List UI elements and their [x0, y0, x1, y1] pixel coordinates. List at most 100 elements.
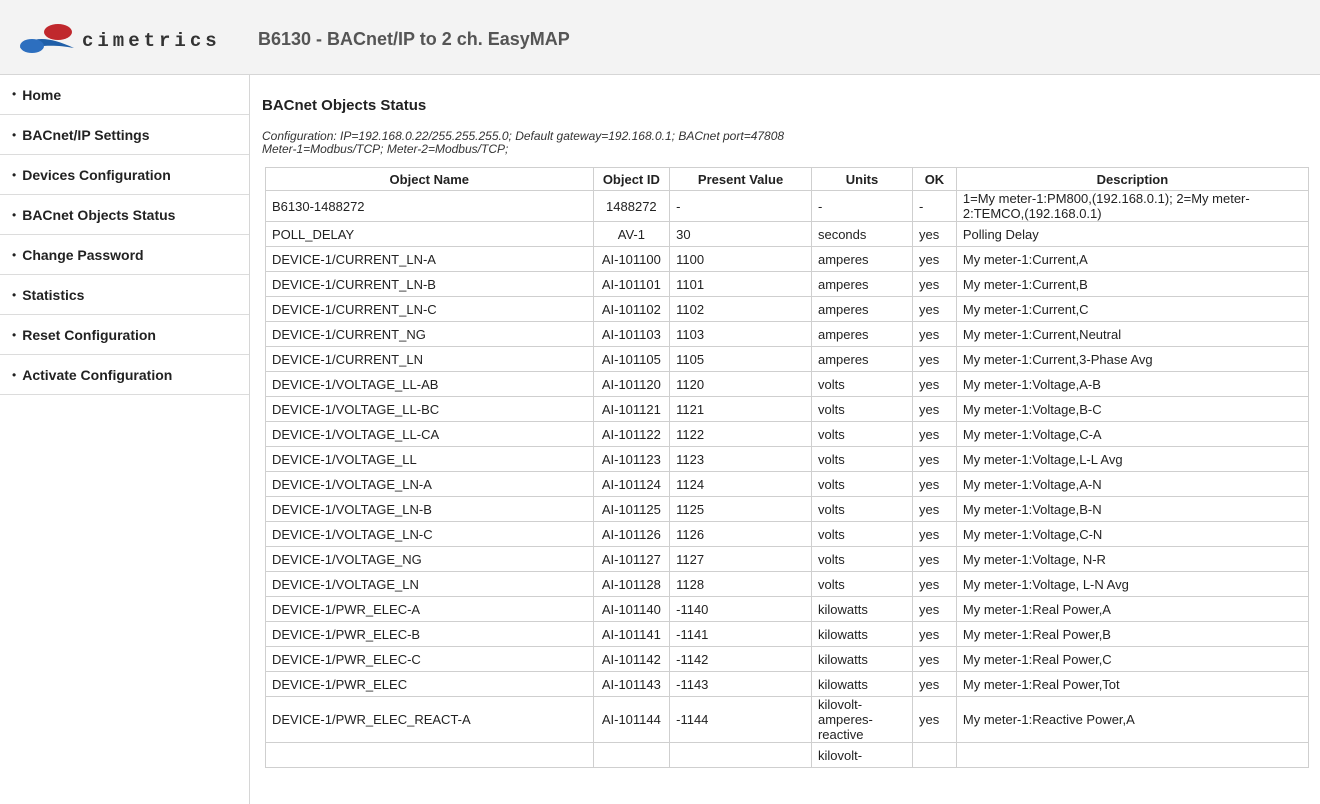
cell-object-name: DEVICE-1/PWR_ELEC-A — [265, 596, 594, 622]
cell-ok: yes — [912, 346, 957, 372]
sidebar-item-activate-configuration[interactable]: • Activate Configuration — [0, 355, 249, 395]
bullet-icon: • — [12, 127, 17, 142]
cell-object-name: DEVICE-1/VOLTAGE_LN-C — [265, 521, 594, 547]
table-row: DEVICE-1/PWR_ELEC-C AI-101142 -1142 kilowat… — [265, 646, 1310, 672]
cell-units: kilowatts — [810, 621, 914, 647]
table-row: DEVICE-1/VOLTAGE_LL AI-101123 1123 volts yes… — [265, 446, 1310, 472]
cell-object-id: AI-101120 — [592, 371, 671, 397]
table-row: DEVICE-1/PWR_ELEC_REACT-A AI-101144 -1144 k… — [265, 696, 1310, 743]
cell-object-id: AI-101124 — [592, 471, 671, 497]
column-header-present-value: Present Value — [669, 167, 812, 191]
cell-object-name: DEVICE-1/VOLTAGE_LL-AB — [265, 371, 594, 397]
bullet-icon: • — [12, 247, 17, 262]
table-row: DEVICE-1/CURRENT_LN-B AI-101101 1101 ampere… — [265, 271, 1310, 297]
cell-present-value: 1127 — [669, 546, 812, 572]
cell-ok: yes — [912, 471, 957, 497]
cell-object-id: AI-101143 — [592, 671, 671, 697]
cell-units: kilowatts — [810, 671, 914, 697]
cell-object-name: DEVICE-1/VOLTAGE_LL — [265, 446, 594, 472]
cell-object-id: AV-1 — [592, 221, 671, 247]
cell-description: My meter-1:Voltage,C-A — [955, 421, 1310, 447]
cell-object-name: DEVICE-1/CURRENT_LN-C — [265, 296, 594, 322]
cell-units: kilovolt-amperes-reactive — [810, 696, 914, 743]
cell-object-name: DEVICE-1/PWR_ELEC — [265, 671, 594, 697]
cell-units: - — [810, 190, 914, 222]
sidebar-item-reset-configuration[interactable]: • Reset Configuration — [0, 315, 249, 355]
cell-ok: yes — [912, 221, 957, 247]
sidebar-item-devices-configuration[interactable]: • Devices Configuration — [0, 155, 249, 195]
table-header-row: Object Name Object ID Present Value Units OK… — [265, 167, 1310, 191]
cell-description: 1=My meter-1:PM800,(192.168.0.1); 2=My m… — [955, 190, 1310, 222]
table-row: DEVICE-1/VOLTAGE_LN-B AI-101125 1125 volts y… — [265, 496, 1310, 522]
cell-ok: yes — [912, 271, 957, 297]
cell-description: My meter-1:Real Power,C — [955, 646, 1310, 672]
cell-present-value: 1100 — [669, 246, 812, 272]
page-header-title: B6130 - BACnet/IP to 2 ch. EasyMAP — [258, 29, 570, 49]
cell-ok: yes — [912, 421, 957, 447]
cell-description: My meter-1:Current,3-Phase Avg — [955, 346, 1310, 372]
sidebar-item-label: BACnet Objects Status — [22, 206, 176, 223]
cell-ok: yes — [912, 671, 957, 697]
cell-description: My meter-1:Voltage,B-N — [955, 496, 1310, 522]
cell-present-value: - — [669, 190, 812, 222]
table-row: DEVICE-1/VOLTAGE_NG AI-101127 1127 volts yes… — [265, 546, 1310, 572]
cell-object-id: AI-101100 — [592, 246, 671, 272]
cell-units: volts — [810, 396, 914, 422]
cell-present-value: -1144 — [669, 696, 812, 743]
cell-description: My meter-1:Current,C — [955, 296, 1310, 322]
cell-description: My meter-1:Current,A — [955, 246, 1310, 272]
cell-ok: yes — [912, 546, 957, 572]
cell-ok: yes — [912, 571, 957, 597]
cell-object-name: DEVICE-1/PWR_ELEC_REACT-A — [265, 696, 594, 743]
table-row: DEVICE-1/CURRENT_LN-A AI-101100 1100 ampere… — [265, 246, 1310, 272]
cell-description: My meter-1:Real Power,B — [955, 621, 1310, 647]
sidebar-item-home[interactable]: • Home — [0, 75, 249, 115]
cell-ok: yes — [912, 396, 957, 422]
cell-description: My meter-1:Current,Neutral — [955, 321, 1310, 347]
sidebar-item-label: Reset Configuration — [22, 326, 156, 343]
bullet-icon: • — [12, 367, 17, 382]
cell-description: My meter-1:Voltage,A-B — [955, 371, 1310, 397]
table-row: DEVICE-1/VOLTAGE_LN AI-101128 1128 volts yes… — [265, 571, 1310, 597]
cell-object-name: DEVICE-1/VOLTAGE_NG — [265, 546, 594, 572]
cell-ok: - — [912, 190, 957, 222]
configuration-info: Configuration: IP=192.168.0.22/255.255.2… — [262, 130, 784, 156]
cell-object-name: DEVICE-1/PWR_ELEC-C — [265, 646, 594, 672]
logo-text: cimetrics — [82, 30, 221, 52]
sidebar-item-change-password[interactable]: • Change Password — [0, 235, 249, 275]
cell-units: amperes — [810, 246, 914, 272]
cell-object-name: DEVICE-1/PWR_ELEC-B — [265, 621, 594, 647]
cell-description: My meter-1:Voltage,B-C — [955, 396, 1310, 422]
cell-description: My meter-1:Reactive Power,A — [955, 696, 1310, 743]
cell-ok: yes — [912, 371, 957, 397]
cell-object-name: DEVICE-1/VOLTAGE_LL-BC — [265, 396, 594, 422]
cell-ok: yes — [912, 496, 957, 522]
table-row: DEVICE-1/CURRENT_LN-C AI-101102 1102 ampere… — [265, 296, 1310, 322]
cell-present-value: 1126 — [669, 521, 812, 547]
cell-object-id: AI-101122 — [592, 421, 671, 447]
sidebar-item-label: BACnet/IP Settings — [22, 126, 150, 143]
cell-present-value: 1102 — [669, 296, 812, 322]
cell-object-id: AI-101101 — [592, 271, 671, 297]
table-row: DEVICE-1/CURRENT_NG AI-101103 1103 amperes y… — [265, 321, 1310, 347]
table-row: B6130-1488272 1488272- - -1=My meter-1:PM80… — [265, 190, 1310, 222]
cell-description: My meter-1:Real Power,Tot — [955, 671, 1310, 697]
sidebar-item-bacnet-ip-settings[interactable]: • BACnet/IP Settings — [0, 115, 249, 155]
page-title: BACnet Objects Status — [262, 97, 427, 114]
sidebar-item-bacnet-objects-status[interactable]: • BACnet Objects Status — [0, 195, 249, 235]
table-row: DEVICE-1/PWR_ELEC-B AI-101141 -1141 kilowat… — [265, 621, 1310, 647]
cell-ok: yes — [912, 521, 957, 547]
sidebar-item-statistics[interactable]: • Statistics — [0, 275, 249, 315]
cell-ok: yes — [912, 621, 957, 647]
logo-icon — [20, 24, 74, 53]
cimetrics-logo[interactable]: cimetrics — [18, 22, 218, 62]
cell-object-name: B6130-1488272 — [265, 190, 594, 222]
table-row: DEVICE-1/VOLTAGE_LN-A AI-101124 1124 volts y… — [265, 471, 1310, 497]
cell-present-value: 1128 — [669, 571, 812, 597]
cell-object-name: DEVICE-1/VOLTAGE_LN — [265, 571, 594, 597]
cell-present-value: -1143 — [669, 671, 812, 697]
cell-present-value: 1125 — [669, 496, 812, 522]
cell-present-value: -1140 — [669, 596, 812, 622]
cell-ok: yes — [912, 321, 957, 347]
cell-present-value: 1124 — [669, 471, 812, 497]
